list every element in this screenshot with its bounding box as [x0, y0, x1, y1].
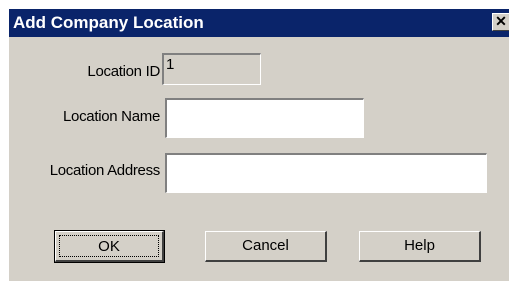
help-button-label: Help — [404, 237, 435, 254]
location-address-input[interactable] — [165, 153, 487, 193]
help-button[interactable]: Help — [359, 231, 481, 262]
title-bar[interactable]: Add Company Location ✕ — [9, 9, 509, 37]
close-icon: ✕ — [495, 13, 507, 29]
ok-button-focus-rect: OK — [59, 235, 159, 257]
add-location-dialog: Add Company Location ✕ Location ID 1 Loc… — [8, 8, 509, 281]
location-name-input[interactable] — [165, 98, 364, 138]
cancel-button[interactable]: Cancel — [205, 231, 327, 262]
ok-button[interactable]: OK — [54, 230, 165, 263]
ok-button-label: OK — [98, 238, 120, 255]
location-address-label: Location Address — [49, 162, 161, 179]
dialog-title: Add Company Location — [13, 13, 204, 32]
close-button[interactable]: ✕ — [492, 13, 509, 31]
location-id-value: 1 — [166, 56, 175, 73]
location-name-label: Location Name — [63, 108, 160, 125]
cancel-button-label: Cancel — [242, 237, 289, 254]
location-id-field: 1 — [162, 53, 261, 85]
location-id-label: Location ID — [87, 63, 160, 80]
